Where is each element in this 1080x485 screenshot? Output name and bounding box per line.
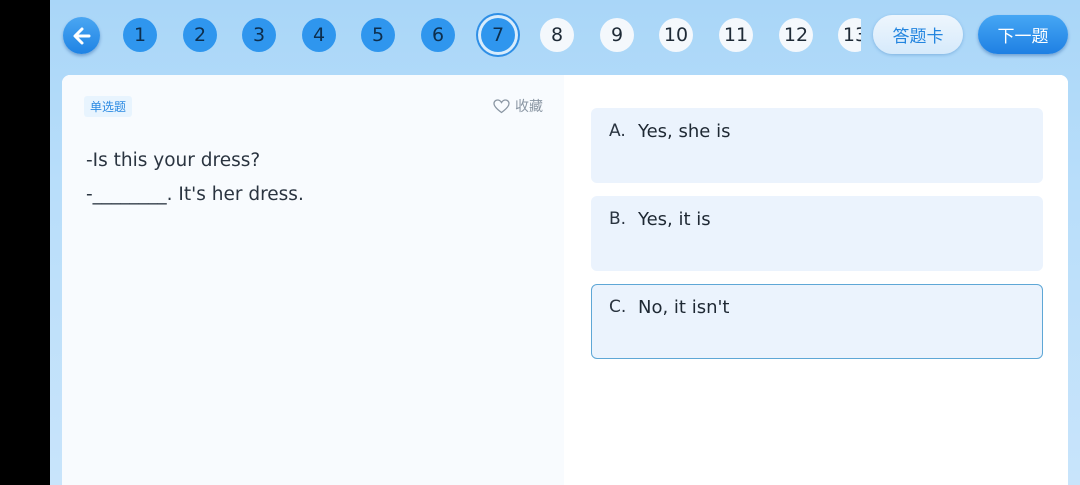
option-text: Yes, it is [638, 209, 711, 230]
question-number-7[interactable]: 7 [481, 18, 515, 52]
option-a[interactable]: A. Yes, she is [591, 108, 1043, 183]
options-pane: A. Yes, she is B. Yes, it is C. No, it i… [564, 75, 1068, 485]
back-button[interactable] [63, 17, 100, 54]
question-number-8[interactable]: 8 [540, 18, 574, 52]
option-letter: B. [609, 209, 627, 229]
question-number-1[interactable]: 1 [123, 18, 157, 52]
option-b[interactable]: B. Yes, it is [591, 196, 1043, 271]
question-number-12[interactable]: 12 [779, 18, 813, 52]
quiz-screen: 12345678910111213 答题卡 下一题 单选题 收藏 -Is thi… [50, 0, 1080, 485]
question-number-10[interactable]: 10 [659, 18, 693, 52]
question-number-13[interactable]: 13 [838, 18, 861, 52]
heart-icon [493, 98, 510, 113]
question-number-5[interactable]: 5 [361, 18, 395, 52]
question-number-4[interactable]: 4 [302, 18, 336, 52]
question-number-2[interactable]: 2 [183, 18, 217, 52]
option-letter: C. [609, 297, 627, 317]
option-letter: A. [609, 121, 626, 141]
back-arrow-icon [73, 27, 90, 44]
next-question-button[interactable]: 下一题 [978, 15, 1068, 54]
question-number-list: 12345678910111213 [123, 0, 861, 72]
question-number-3[interactable]: 3 [242, 18, 276, 52]
answer-card-button[interactable]: 答题卡 [873, 15, 963, 54]
question-text: -Is this your dress? -________. It's her… [86, 144, 546, 212]
question-type-badge: 单选题 [84, 96, 133, 117]
question-number-9[interactable]: 9 [600, 18, 634, 52]
option-c[interactable]: C. No, it isn't [591, 284, 1043, 359]
question-pane: 单选题 收藏 -Is this your dress? -________. I… [62, 75, 564, 485]
question-line: -________. It's her dress. [86, 184, 304, 205]
question-number-6[interactable]: 6 [421, 18, 455, 52]
option-text: No, it isn't [638, 297, 730, 318]
favorite-button[interactable]: 收藏 [493, 96, 543, 116]
option-text: Yes, she is [638, 121, 731, 142]
question-number-11[interactable]: 11 [719, 18, 753, 52]
question-line: -Is this your dress? [86, 150, 261, 171]
favorite-label: 收藏 [515, 99, 543, 115]
question-nav-bar: 12345678910111213 答题卡 下一题 [50, 0, 1080, 72]
question-panel: 单选题 收藏 -Is this your dress? -________. I… [62, 75, 1068, 485]
